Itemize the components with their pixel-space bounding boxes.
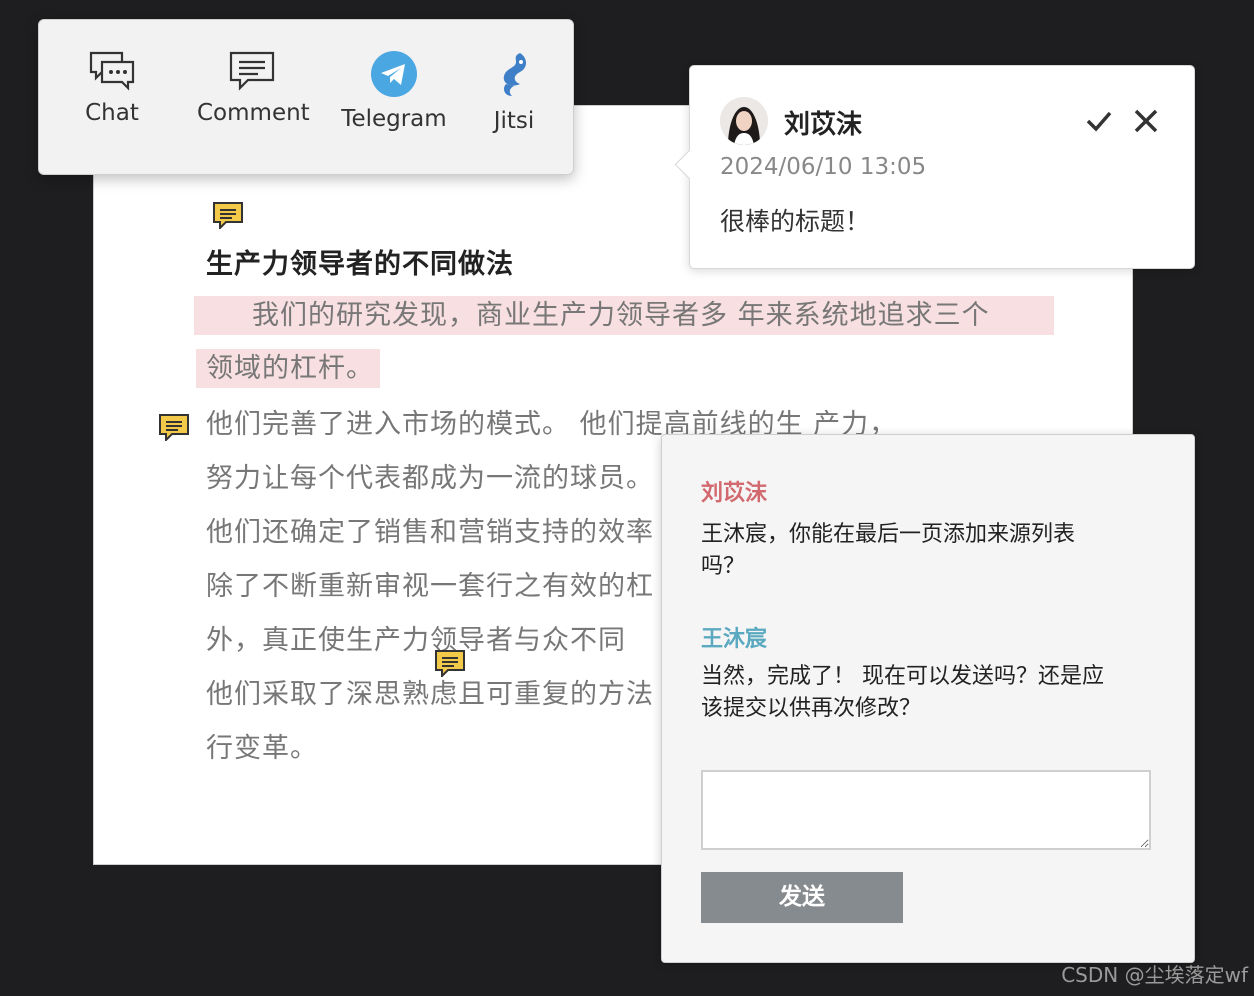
share-comment-button[interactable]: Comment: [197, 50, 310, 126]
avatar: [720, 97, 768, 145]
highlighted-text-line[interactable]: 我们的研究发现，商业生产力领导者多 年来系统地追求三个: [194, 296, 1054, 335]
comment-author: 刘苡沫: [784, 110, 863, 140]
message-author: 王沐宸: [701, 627, 768, 652]
share-jitsi-button[interactable]: Jitsi: [479, 50, 549, 134]
watermark: CSDN @尘埃落定wf: [1061, 963, 1248, 987]
telegram-icon: [371, 51, 417, 97]
body-text-line: 努力让每个代表都成为一流的球员。: [206, 463, 654, 494]
chat-bubbles-icon: [89, 51, 135, 91]
share-label: Chat: [85, 100, 139, 126]
share-label: Telegram: [341, 106, 447, 132]
comment-text: 很棒的标题！: [720, 207, 871, 236]
check-icon[interactable]: [1084, 106, 1114, 136]
body-text-line: 外，真正使生产力领导者与众不同: [206, 625, 626, 656]
comment-marker-icon[interactable]: [212, 201, 244, 229]
chat-input[interactable]: [701, 770, 1151, 850]
message-text: 王沐宸，你能在最后一页添加来源列表吗？: [701, 522, 1076, 579]
comment-date: 2024/06/10 13:05: [720, 154, 927, 180]
comment-marker-icon[interactable]: [158, 413, 190, 441]
share-chat-button[interactable]: Chat: [77, 50, 147, 126]
share-label: Comment: [197, 100, 310, 126]
chat-panel: 刘苡沫 王沐宸，你能在最后一页添加来源列表吗？ 王沐宸 当然，完成了！ 现在可以…: [661, 434, 1195, 963]
comment-icon: [229, 51, 275, 91]
share-toolbar: Chat Comment Telegram Jitsi: [38, 19, 574, 175]
share-telegram-button[interactable]: Telegram: [339, 50, 449, 132]
jitsi-icon: [503, 53, 526, 96]
body-text-line: 他们还确定了销售和营销支持的效率: [206, 517, 654, 548]
comment-popup: 刘苡沫 2024/06/10 13:05 很棒的标题！: [689, 65, 1195, 269]
close-icon[interactable]: [1131, 106, 1161, 136]
message-author: 刘苡沫: [701, 481, 768, 506]
highlighted-text-line[interactable]: 领域的杠杆。: [196, 349, 380, 388]
body-text-line: 除了不断重新审视一套行之有效的杠: [206, 571, 654, 602]
body-text-line: 他们采取了深思熟虑且可重复的方法: [206, 679, 654, 710]
body-text-line: 行变革。: [206, 733, 318, 764]
send-button[interactable]: 发送: [701, 872, 903, 923]
message-text: 当然，完成了！ 现在可以发送吗？还是应该提交以供再次修改？: [701, 664, 1104, 721]
comment-marker-icon[interactable]: [434, 649, 466, 677]
share-label: Jitsi: [493, 108, 535, 134]
document-title: 生产力领导者的不同做法: [206, 249, 514, 280]
